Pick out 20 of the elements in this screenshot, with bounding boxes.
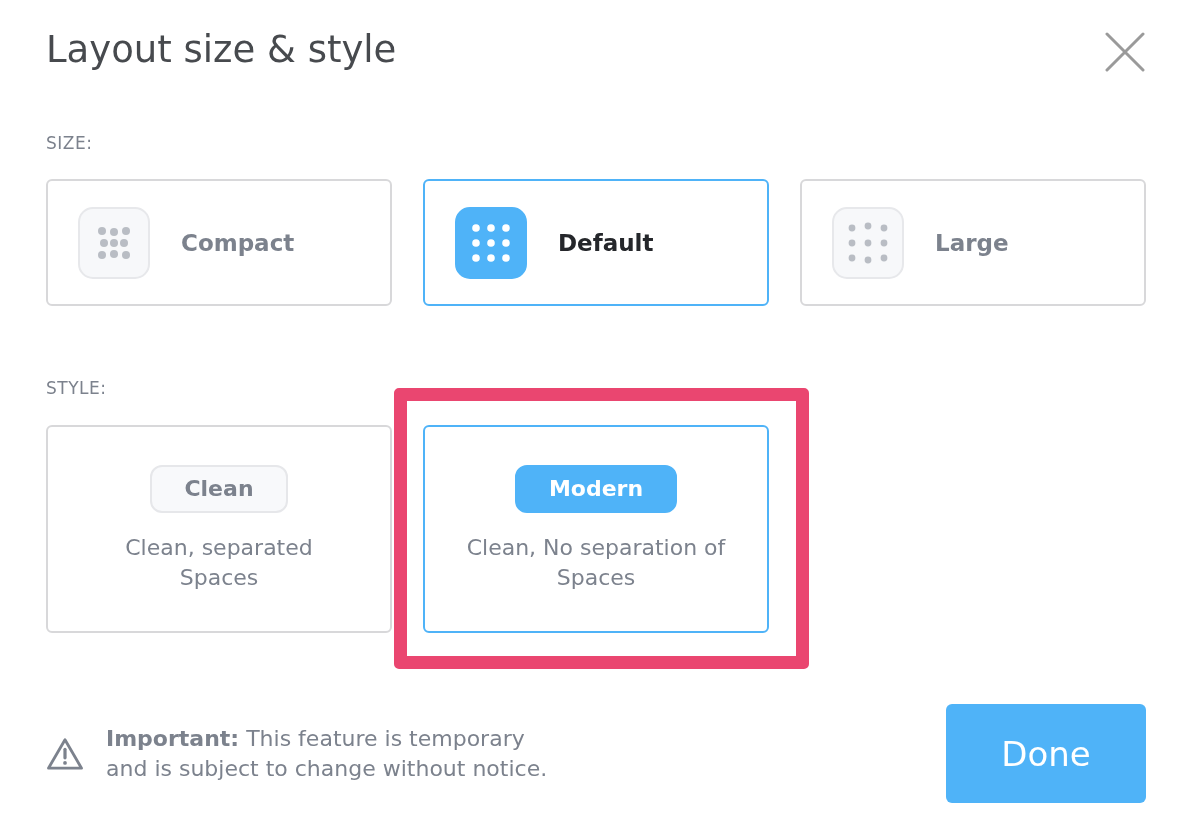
dot-grid-icon xyxy=(832,206,904,279)
dialog-title: Layout size & style xyxy=(46,27,397,73)
style-badge: Clean xyxy=(150,465,288,513)
style-option[interactable]: Clean Clean, separated Spaces xyxy=(46,425,392,633)
style-badge: Modern xyxy=(514,465,678,513)
option-description: Clean, separated Spaces xyxy=(124,534,314,592)
size-option[interactable]: Compact xyxy=(46,179,392,306)
dot-grid-icon xyxy=(78,206,150,279)
close-button[interactable] xyxy=(1105,32,1145,72)
style-option[interactable]: Modern Clean, No separation of Spaces xyxy=(423,425,769,633)
warning-icon xyxy=(46,736,84,771)
done-button[interactable]: Done xyxy=(946,704,1146,803)
close-icon xyxy=(1105,32,1145,72)
section-label: SIZE: xyxy=(46,133,93,153)
dot-grid-icon xyxy=(455,206,527,279)
size-option[interactable]: Default xyxy=(423,179,769,306)
section-label: STYLE: xyxy=(46,378,107,398)
option-description: Clean, No separation of Spaces xyxy=(465,534,727,592)
notice-text: Important: This feature is temporary and is subject to change without notice. xyxy=(106,724,549,783)
size-option[interactable]: Large xyxy=(800,179,1146,306)
